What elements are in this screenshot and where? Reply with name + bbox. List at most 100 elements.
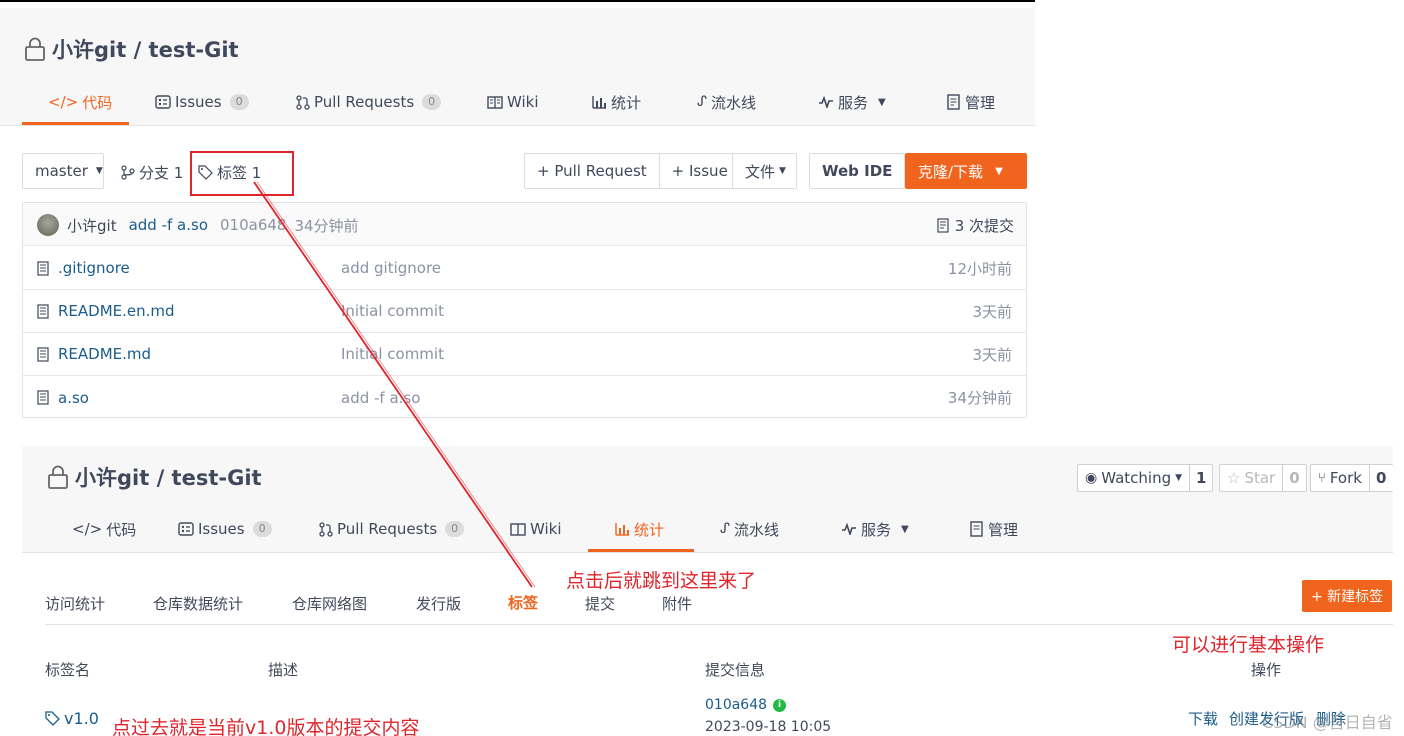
tags-highlight-box bbox=[190, 151, 294, 196]
table-row[interactable]: README.en.md Initial commit 3天前 bbox=[23, 290, 1026, 333]
commit-message[interactable]: add -f a.so bbox=[129, 216, 208, 234]
tab-label: Wiki bbox=[507, 93, 539, 111]
tab-services[interactable]: 服务 ▼ bbox=[818, 90, 886, 114]
new-pull-request-button[interactable]: + Pull Request bbox=[524, 153, 660, 189]
commit-author[interactable]: 小许git bbox=[67, 215, 117, 236]
tag-name-link[interactable]: v1.0 bbox=[45, 706, 99, 730]
tab-manage[interactable]: 管理 bbox=[947, 90, 995, 114]
pulse-icon bbox=[819, 96, 833, 108]
file-menu-label: 文件 bbox=[745, 162, 776, 181]
col-header-tag-name: 标签名 bbox=[45, 661, 91, 679]
subnav-tags[interactable]: 标签 bbox=[508, 592, 538, 613]
file-name[interactable]: README.en.md bbox=[37, 302, 175, 320]
repo-title[interactable]: 小许git / test-Git bbox=[24, 34, 239, 64]
tab-issues[interactable]: Issues 0 bbox=[178, 517, 272, 541]
tab-label: 代码 bbox=[106, 520, 137, 539]
star-button[interactable]: ☆ Star 0 bbox=[1219, 464, 1307, 492]
avatar[interactable] bbox=[37, 214, 59, 236]
tab-stats[interactable]: 统计 bbox=[592, 90, 641, 114]
file-commit-message[interactable]: add gitignore bbox=[341, 259, 441, 277]
annotation-ops-note: 可以进行基本操作 bbox=[1172, 634, 1325, 656]
tab-manage[interactable]: 管理 bbox=[970, 517, 1018, 541]
file-name-text: README.en.md bbox=[58, 302, 175, 320]
file-commit-message[interactable]: add -f a.so bbox=[341, 389, 420, 407]
file-commit-message[interactable]: Initial commit bbox=[341, 345, 444, 363]
file-icon bbox=[37, 303, 49, 319]
tab-code[interactable]: </> 代码 bbox=[48, 90, 112, 114]
tab-label: 管理 bbox=[965, 93, 996, 112]
table-row[interactable]: a.so add -f a.so 34分钟前 bbox=[23, 376, 1026, 419]
pipeline-icon: ᔑ bbox=[720, 521, 730, 537]
caret-down-icon: ▼ bbox=[1175, 473, 1183, 483]
tag-commit-hash-text: 010a648 bbox=[705, 697, 768, 713]
tab-label: 服务 bbox=[861, 520, 892, 539]
tab-pull-requests[interactable]: Pull Requests 0 bbox=[319, 517, 465, 541]
pr-count-badge: 0 bbox=[422, 94, 442, 110]
file-name[interactable]: README.md bbox=[37, 345, 151, 363]
branches-link[interactable]: 分支 1 bbox=[121, 160, 183, 184]
download-link[interactable]: 下载 bbox=[1188, 708, 1218, 729]
tab-label: 管理 bbox=[988, 520, 1019, 539]
fork-count: 0 bbox=[1375, 469, 1387, 487]
book-icon bbox=[487, 95, 503, 109]
tab-issues[interactable]: Issues 0 bbox=[155, 90, 249, 114]
new-issue-button[interactable]: + Issue bbox=[659, 153, 741, 189]
code-icon: </> bbox=[72, 520, 103, 538]
file-icon bbox=[37, 260, 49, 276]
clone-download-button[interactable]: 克隆/下载 ▼ bbox=[905, 153, 1027, 189]
file-menu-button[interactable]: 文件 ▼ bbox=[732, 153, 797, 189]
lock-icon bbox=[25, 37, 45, 61]
latest-commit-bar: 小许git add -f a.so 010a648 34分钟前 3 次提交 bbox=[23, 203, 1026, 246]
file-icon bbox=[37, 346, 49, 362]
branch-icon bbox=[121, 164, 135, 180]
tab-services[interactable]: 服务 ▼ bbox=[841, 517, 909, 541]
web-ide-button[interactable]: Web IDE bbox=[809, 153, 906, 189]
tab-stats[interactable]: 统计 bbox=[615, 517, 664, 541]
commit-count-link[interactable]: 3 次提交 bbox=[937, 215, 1014, 236]
subnav-releases[interactable]: 发行版 bbox=[416, 593, 461, 614]
file-name-text: a.so bbox=[58, 388, 89, 407]
table-row[interactable]: README.md Initial commit 3天前 bbox=[23, 333, 1026, 376]
file-name[interactable]: a.so bbox=[37, 389, 89, 407]
commit-hash[interactable]: 010a648 bbox=[220, 216, 286, 234]
code-icon: </> bbox=[48, 93, 79, 111]
pr-count-badge: 0 bbox=[445, 521, 465, 537]
fork-button[interactable]: ⑂ Fork 0 bbox=[1310, 464, 1393, 492]
tab-label: 统计 bbox=[634, 520, 665, 539]
tab-label: Pull Requests bbox=[314, 93, 415, 111]
subnav-visit-stats[interactable]: 访问统计 bbox=[45, 593, 105, 614]
file-list: 小许git add -f a.so 010a648 34分钟前 3 次提交 .g… bbox=[22, 202, 1027, 418]
table-row[interactable]: .gitignore add gitignore 12小时前 bbox=[23, 247, 1026, 290]
tab-pipeline[interactable]: ᔑ 流水线 bbox=[697, 90, 756, 114]
subnav-commits[interactable]: 提交 bbox=[585, 593, 615, 614]
tag-commit-hash[interactable]: 010a648 i bbox=[705, 697, 787, 713]
tab-pipeline[interactable]: ᔑ 流水线 bbox=[720, 517, 779, 541]
subnav-repo-data-stats[interactable]: 仓库数据统计 bbox=[153, 593, 243, 614]
tab-wiki[interactable]: Wiki bbox=[510, 517, 562, 541]
tag-icon bbox=[45, 710, 60, 726]
tab-wiki[interactable]: Wiki bbox=[487, 90, 539, 114]
watch-button[interactable]: ◉ Watching ▼ 1 bbox=[1077, 464, 1214, 492]
branch-select-value: master bbox=[35, 162, 88, 180]
tab-code[interactable]: </> 代码 bbox=[72, 517, 136, 541]
tab-label: 流水线 bbox=[710, 93, 756, 112]
file-commit-message[interactable]: Initial commit bbox=[341, 302, 444, 320]
file-name[interactable]: .gitignore bbox=[37, 259, 130, 277]
branches-label: 分支 1 bbox=[139, 163, 184, 182]
active-tab-indicator bbox=[22, 122, 129, 125]
info-icon[interactable]: i bbox=[773, 698, 787, 712]
commit-count: 3 次提交 bbox=[954, 217, 1014, 235]
pipeline-icon: ᔑ bbox=[697, 94, 707, 110]
commit-time: 34分钟前 bbox=[294, 216, 359, 235]
issues-count-badge: 0 bbox=[229, 94, 249, 110]
branch-select[interactable]: master ▼ bbox=[22, 153, 104, 189]
repo-title-2[interactable]: 小许git / test-Git bbox=[47, 462, 262, 492]
tab-pull-requests[interactable]: Pull Requests 0 bbox=[296, 90, 442, 114]
caret-down-icon: ▼ bbox=[779, 166, 786, 176]
subnav-network-graph[interactable]: 仓库网络图 bbox=[292, 593, 367, 614]
subnav-attachments[interactable]: 附件 bbox=[662, 593, 692, 614]
settings-doc-icon bbox=[970, 521, 983, 537]
watch-count: 1 bbox=[1196, 469, 1207, 487]
tab-label: 服务 bbox=[838, 93, 869, 112]
new-tag-button[interactable]: + 新建标签 bbox=[1302, 580, 1393, 612]
